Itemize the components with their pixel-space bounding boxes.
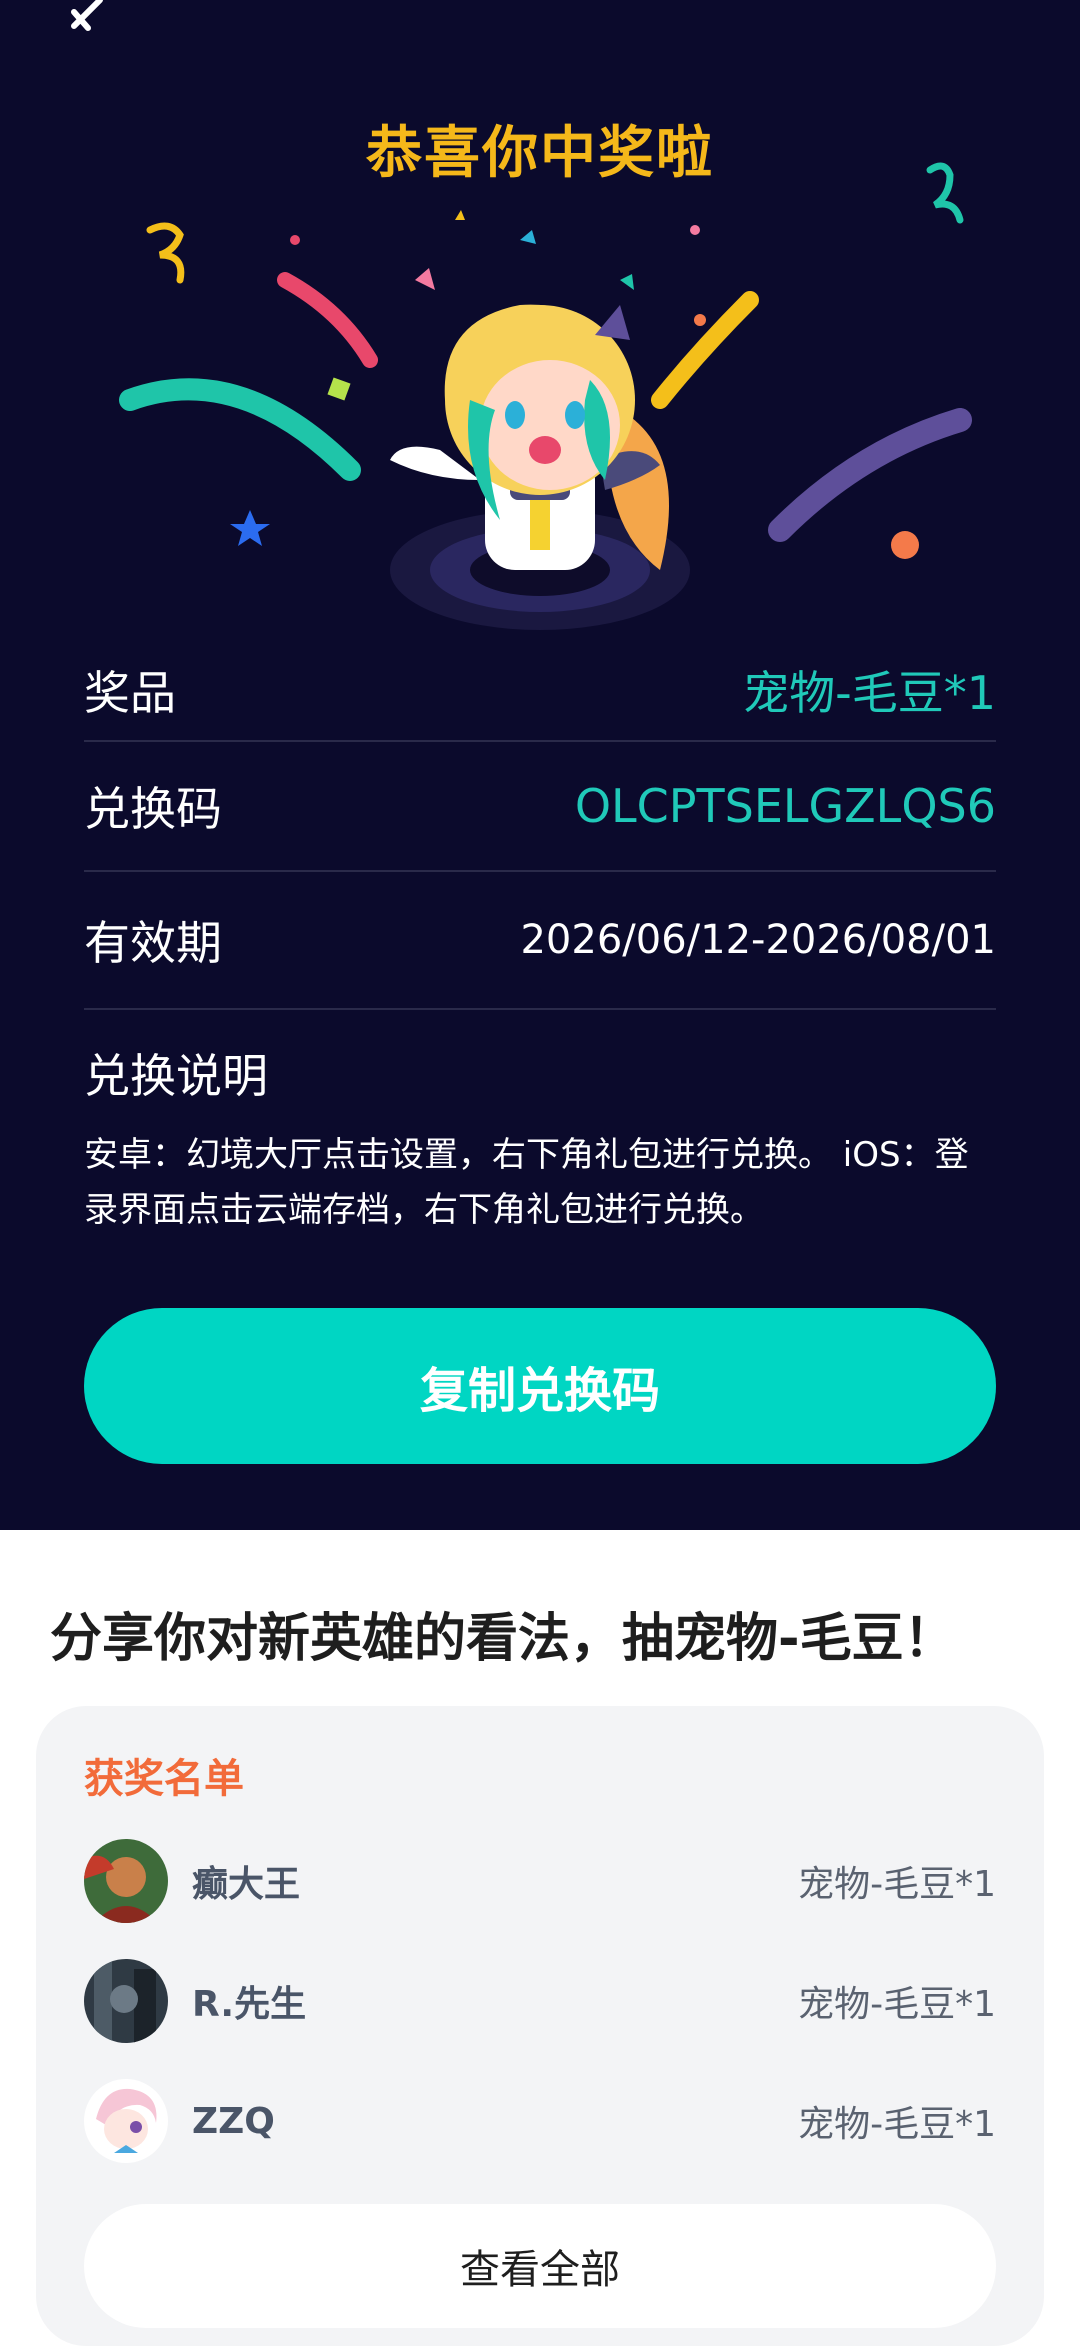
winner-name: ZZQ — [192, 2100, 275, 2142]
avatar — [84, 2079, 168, 2163]
avatar — [84, 1959, 168, 2043]
winner-prize: 宠物-毛豆*1 — [798, 1984, 996, 2025]
code-row: 兑换码 OLCPTSELGZLQS6 — [84, 742, 996, 872]
winner-prize: 宠物-毛豆*1 — [798, 2104, 996, 2145]
prize-row: 奖品 宠物-毛豆*1 — [84, 640, 996, 742]
winner-name: R.先生 — [192, 1984, 307, 2025]
validity-value: 2026/06/12-2026/08/01 — [520, 917, 996, 963]
prize-label: 奖品 — [84, 666, 176, 720]
winner-prize: 宠物-毛豆*1 — [798, 1864, 996, 1905]
validity-label: 有效期 — [84, 916, 222, 970]
code-value[interactable]: OLCPTSELGZLQS6 — [575, 779, 996, 833]
copy-code-button[interactable]: 复制兑换码 — [84, 1308, 996, 1464]
share-headline: 分享你对新英雄的看法，抽宠物-毛豆！ — [50, 1609, 956, 1669]
reward-panel: 恭喜你中奖啦 奖品 宠物-毛豆*1 兑换码 OLCPTSELGZLQS6 有效期… — [0, 0, 1080, 1530]
winners-card: 获奖名单 癫大王 宠物-毛豆*1 R.先生 宠物-毛豆*1 ZZQ 宠物-毛豆*… — [36, 1706, 1044, 2346]
prize-value: 宠物-毛豆*1 — [743, 666, 996, 720]
validity-row: 有效期 2026/06/12-2026/08/01 — [84, 872, 996, 1010]
winner-name: 癫大王 — [192, 1864, 301, 1905]
view-all-button[interactable]: 查看全部 — [84, 2204, 996, 2328]
avatar — [84, 1839, 168, 1923]
winner-row: ZZQ 宠物-毛豆*1 — [84, 2076, 996, 2166]
celebration-illustration — [119, 162, 972, 630]
back-icon[interactable] — [60, 0, 110, 40]
winner-row: R.先生 宠物-毛豆*1 — [84, 1956, 996, 2046]
code-label: 兑换码 — [84, 782, 222, 836]
instructions-title: 兑换说明 — [84, 1049, 268, 1103]
instructions-text: 安卓：幻境大厅点击设置，右下角礼包进行兑换。 iOS：登录界面点击云端存档，右下… — [84, 1135, 969, 1230]
winner-row: 癫大王 宠物-毛豆*1 — [84, 1836, 996, 1926]
winners-title: 获奖名单 — [84, 1756, 244, 1802]
